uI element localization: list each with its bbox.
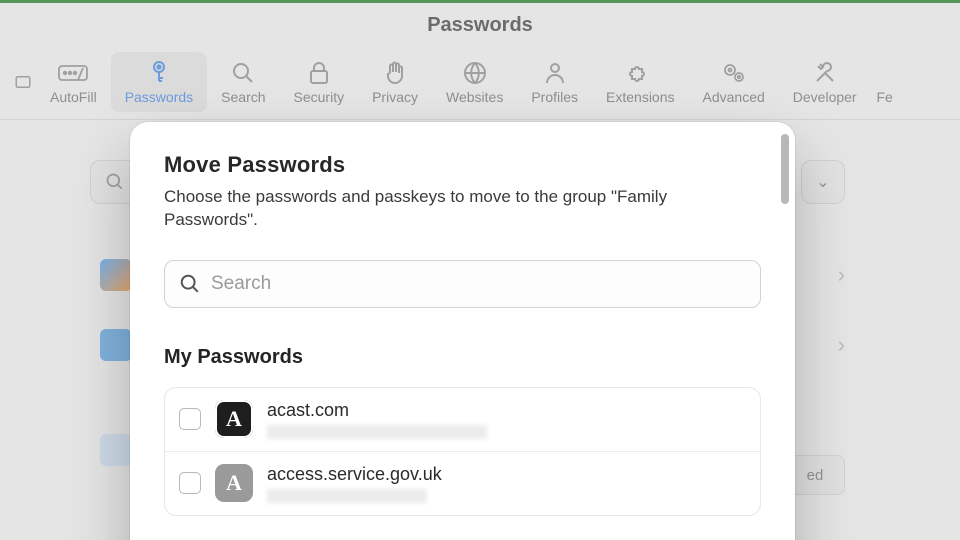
- toolbar-item-cutoff-right[interactable]: Fe: [871, 52, 899, 112]
- key-icon: [147, 59, 171, 87]
- move-passwords-modal: Move Passwords Choose the passwords and …: [130, 122, 795, 540]
- site-name: acast.com: [267, 400, 487, 421]
- hand-icon: [384, 59, 406, 87]
- site-favicon: A: [215, 400, 253, 438]
- toolbar-item-search[interactable]: Search: [207, 52, 279, 112]
- toolbar-item-passwords[interactable]: Passwords: [111, 52, 207, 112]
- person-icon: [543, 59, 567, 87]
- window-top-accent: [0, 0, 960, 3]
- toolbar-item-cutoff-left[interactable]: [10, 52, 36, 112]
- scrollbar-thumb[interactable]: [781, 134, 789, 204]
- toolbar-item-advanced[interactable]: Advanced: [689, 52, 779, 112]
- preferences-toolbar: AutoFill Passwords Search Security Priva…: [0, 45, 960, 120]
- toolbar-item-profiles[interactable]: Profiles: [517, 52, 592, 112]
- bg-row-icon: [100, 329, 132, 361]
- row-checkbox[interactable]: [179, 408, 201, 430]
- globe-icon: [463, 59, 487, 87]
- row-checkbox[interactable]: [179, 472, 201, 494]
- password-row[interactable]: A access.service.gov.uk: [165, 452, 760, 515]
- toolbar-label: Search: [221, 89, 265, 105]
- toolbar-label: Developer: [793, 89, 857, 105]
- modal-title: Move Passwords: [164, 152, 761, 178]
- search-icon: [179, 273, 201, 295]
- site-favicon: A: [215, 464, 253, 502]
- bg-dropdown[interactable]: ⌄: [801, 160, 845, 204]
- toolbar-item-privacy[interactable]: Privacy: [358, 52, 432, 112]
- chevron-right-icon: ›: [838, 332, 845, 358]
- site-name: access.service.gov.uk: [267, 464, 442, 485]
- toolbar-label: Fe: [876, 89, 892, 105]
- password-row[interactable]: A acast.com: [165, 388, 760, 452]
- page-title: Passwords: [0, 14, 960, 37]
- toolbar-item-security[interactable]: Security: [280, 52, 359, 112]
- toolbar-label: Advanced: [703, 89, 765, 105]
- toolbar-label: Extensions: [606, 89, 674, 105]
- bg-pill-text: ed: [807, 467, 824, 484]
- chevron-down-icon: ⌄: [816, 172, 829, 192]
- generic-icon: [14, 68, 32, 96]
- puzzle-icon: [628, 59, 652, 87]
- modal-search-input[interactable]: [211, 273, 746, 295]
- toolbar-item-extensions[interactable]: Extensions: [592, 52, 688, 112]
- search-icon: [231, 59, 255, 87]
- site-username-redacted: [267, 489, 427, 503]
- lock-icon: [308, 59, 330, 87]
- toolbar-item-autofill[interactable]: AutoFill: [36, 52, 111, 112]
- toolbar-label: Privacy: [372, 89, 418, 105]
- bg-row-icon: [100, 259, 132, 291]
- toolbar-label: Profiles: [531, 89, 578, 105]
- chevron-right-icon: ›: [838, 262, 845, 288]
- toolbar-label: Passwords: [125, 89, 193, 105]
- tools-icon: [813, 59, 837, 87]
- toolbar-label: Websites: [446, 89, 503, 105]
- toolbar-label: AutoFill: [50, 89, 97, 105]
- toolbar-item-websites[interactable]: Websites: [432, 52, 517, 112]
- modal-search-field[interactable]: [164, 260, 761, 308]
- bg-row-icon: [100, 434, 132, 466]
- search-icon: [105, 172, 125, 192]
- gears-icon: [721, 59, 747, 87]
- password-list: A acast.com A access.service.gov.uk: [164, 387, 761, 516]
- modal-section-title: My Passwords: [164, 346, 761, 369]
- site-username-redacted: [267, 425, 487, 439]
- autofill-icon: [58, 59, 88, 87]
- toolbar-item-developer[interactable]: Developer: [779, 52, 871, 112]
- modal-subtitle: Choose the passwords and passkeys to mov…: [164, 186, 704, 232]
- toolbar-label: Security: [294, 89, 345, 105]
